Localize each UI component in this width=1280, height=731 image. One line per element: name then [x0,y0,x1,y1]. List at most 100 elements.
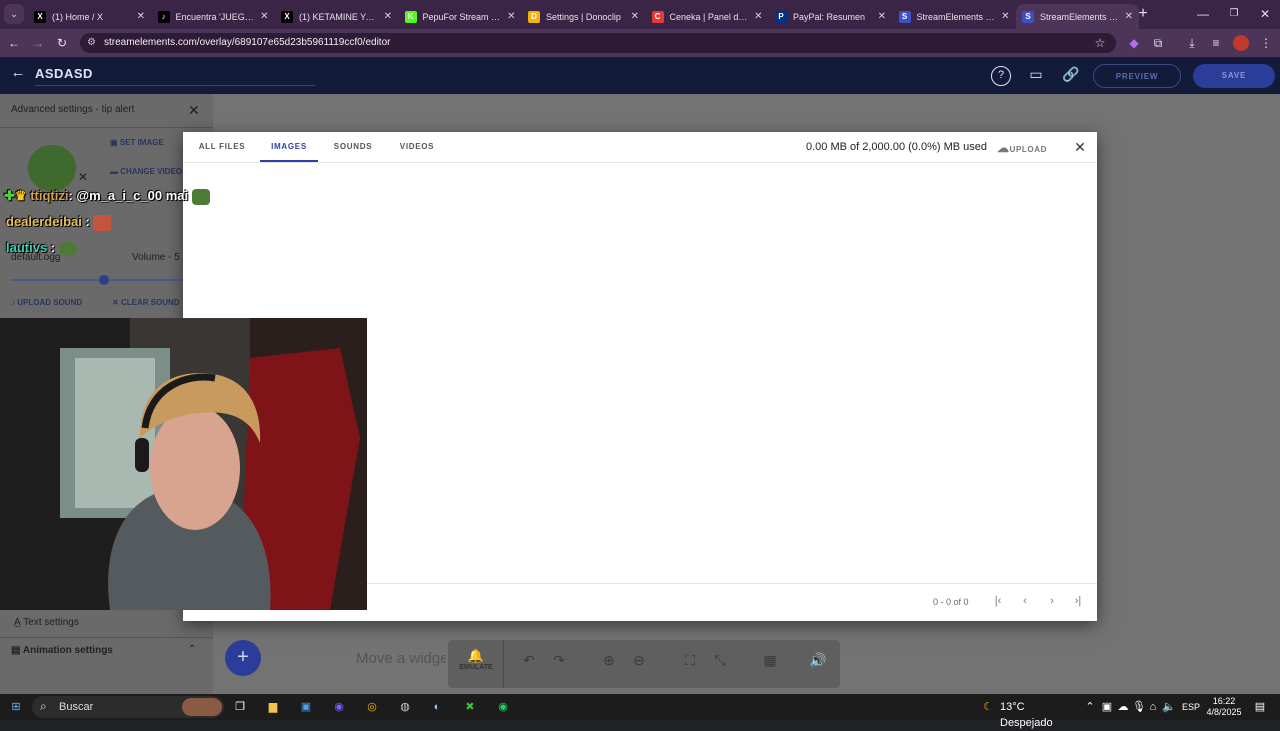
link-icon[interactable]: 🔗 [1060,66,1082,83]
browser-tab[interactable]: K PepuFor Stream - Wa… ✕ [399,4,522,29]
profile-avatar[interactable] [1233,35,1249,51]
cloud-tray-icon[interactable]: ☁ [1116,699,1130,715]
chat-line: dealerdeibai : [6,214,112,231]
minimize-window-icon[interactable]: — [1193,4,1213,24]
close-tab-icon[interactable]: ✕ [507,11,515,22]
fit-screen-icon[interactable]: ⛶ [679,652,701,669]
weather-icon: ☾ [983,701,993,713]
animation-settings-collapse-icon[interactable]: ⌃ [188,644,196,655]
taskbar-clock[interactable]: 16:22 4/8/2025 [1202,696,1246,718]
preview-button[interactable]: PREVIEW [1093,64,1181,88]
browser-tab[interactable]: X (1) KETAMINE YAMAL… ✕ [275,4,398,29]
change-video-label: CHANGE VIDEO [120,167,183,176]
browser-tab[interactable]: D Settings | Donoclip ✕ [522,4,645,29]
browser-tab-label: PepuFor Stream - Wa… [422,11,502,22]
close-tab-icon[interactable]: ✕ [1001,11,1009,22]
back-icon[interactable]: ← [4,33,24,53]
windows-start-icon[interactable]: ⊞ [8,699,24,715]
kick-logo-icon: K [404,10,417,23]
extensions-puzzle-icon[interactable]: ⧉ [1148,33,1168,53]
emulate-button[interactable]: 🔔 EMULATE [455,648,497,671]
browser-tab[interactable]: X (1) Home / X ✕ [28,4,151,29]
close-tab-icon[interactable]: ✕ [754,11,762,22]
task-view-icon[interactable]: ❐ [232,699,248,715]
prev-page-icon[interactable]: ‹ [1018,595,1032,607]
zoom-in-icon[interactable]: ⊕ [598,652,620,669]
obs-icon[interactable]: ◍ [397,699,413,715]
bookmark-star-icon[interactable]: ☆ [1090,33,1110,53]
zoom-out-icon[interactable]: ⊖ [628,652,650,669]
microsoft-store-icon[interactable]: ▣ [298,699,314,715]
shrink-screen-icon[interactable]: ⤡ [709,652,731,669]
reload-icon[interactable]: ↻ [52,33,72,53]
language-indicator[interactable]: ESP [1180,699,1202,715]
volume-slider-handle[interactable] [99,275,109,285]
close-window-icon[interactable]: ✕ [1255,4,1275,24]
help-icon[interactable]: ? [991,66,1011,86]
set-image-button[interactable]: ▣ SET IMAGE [110,138,164,147]
notifications-icon[interactable]: ▤ [1252,699,1268,715]
microphone-icon[interactable]: 🎙 [1132,699,1146,715]
media-control-icon[interactable]: ≡ [1206,33,1226,53]
close-tab-icon[interactable]: ✕ [631,11,639,22]
text-settings-section[interactable]: A̲ Text settings [14,617,79,628]
first-page-icon[interactable]: |‹ [991,595,1005,607]
network-icon[interactable]: ⌂ [1146,699,1160,715]
browser-tab[interactable]: S StreamElements - pr… ✕ [1016,4,1139,29]
media-tab-images[interactable]: IMAGES [260,132,318,162]
redo-icon[interactable]: ↷ [548,652,570,669]
media-tab-all-files[interactable]: ALL FILES [188,132,256,162]
last-page-icon[interactable]: ›| [1071,595,1085,607]
project-name[interactable]: ASDASD [35,66,93,81]
browser-tab[interactable]: ♪ Encuentra 'JUEGO M… ✕ [152,4,275,29]
system-tray-icon[interactable]: ▣ [1100,699,1114,715]
browser-tab[interactable]: S StreamElements - Ov… ✕ [893,4,1016,29]
tab-search-icon[interactable]: ⌄ [4,4,24,24]
next-page-icon[interactable]: › [1045,595,1059,607]
xbox-icon[interactable]: ✖ [462,699,478,715]
volume-icon[interactable]: 🔊 [807,652,829,669]
editor-back-icon[interactable]: ← [8,64,28,81]
weather-text[interactable]: 13°C Despejado [1000,699,1080,729]
extension-twitch-icon[interactable]: ◆ [1124,33,1144,53]
change-video-button[interactable]: ▬ CHANGE VIDEO [110,167,182,176]
clear-sound-button[interactable]: ✕ CLEAR SOUND [112,298,180,307]
dialog-close-icon[interactable]: ✕ [1073,139,1087,156]
media-tab-videos[interactable]: VIDEOS [386,132,448,162]
browser-menu-icon[interactable]: ⋮ [1256,33,1276,53]
discord-icon[interactable]: ◉ [331,699,347,715]
speaker-icon[interactable]: 🔈 [1162,699,1176,715]
chrome-icon[interactable]: ◎ [364,699,380,715]
animation-settings-section[interactable]: ▤ Animation settings [11,645,113,656]
forward-icon[interactable]: → [28,33,48,53]
media-tab-sounds[interactable]: SOUNDS [320,132,386,162]
save-button[interactable]: SAVE [1193,64,1275,88]
remove-image-icon[interactable]: ✕ [78,170,88,184]
restore-window-icon[interactable]: ❐ [1224,4,1244,24]
upload-button[interactable]: ☁UPLOAD [997,141,1047,155]
show-hidden-icons[interactable]: ⌃ [1084,699,1096,715]
monitor-icon[interactable]: ▭ [1025,66,1047,83]
browser-tab[interactable]: C Ceneka | Panel de co… ✕ [646,4,769,29]
close-tab-icon[interactable]: ✕ [137,11,145,22]
url-input[interactable]: ⚙ streamelements.com/overlay/689107e65d2… [80,33,1116,53]
add-widget-button[interactable]: + [225,640,261,676]
browser-tab[interactable]: P PayPal: Resumen ✕ [769,4,892,29]
new-tab-button[interactable]: + [1133,4,1153,24]
file-explorer-icon[interactable]: ▆ [265,699,281,715]
panel-close-icon[interactable]: ✕ [188,102,200,119]
taskbar-search-box[interactable]: ⌕ Buscar [32,696,224,718]
undo-icon[interactable]: ↶ [518,652,540,669]
steam-icon[interactable]: ◐ [429,699,445,715]
close-tab-icon[interactable]: ✕ [384,11,392,22]
upload-sound-button[interactable]: ♪ UPLOAD SOUND [11,298,82,307]
site-info-icon[interactable]: ⚙ [87,33,96,53]
spotify-icon[interactable]: ◉ [495,699,511,715]
grid-icon[interactable]: ▦ [759,652,781,669]
close-tab-icon[interactable]: ✕ [1125,11,1133,22]
chat-message: : [85,214,90,229]
close-tab-icon[interactable]: ✕ [260,11,268,22]
paypal-logo-icon: P [775,10,787,23]
close-tab-icon[interactable]: ✕ [878,11,886,22]
download-icon[interactable]: ⤓ [1182,33,1202,53]
